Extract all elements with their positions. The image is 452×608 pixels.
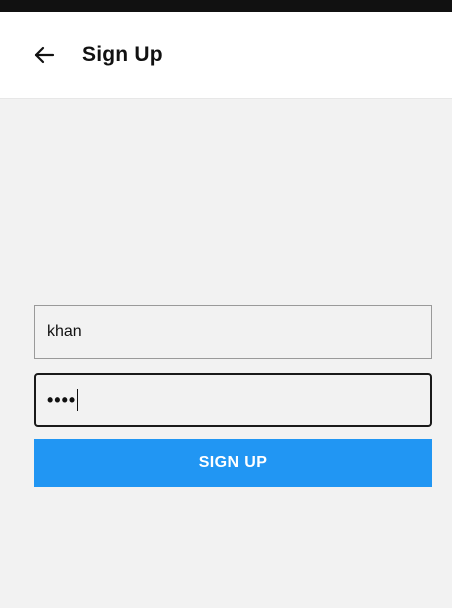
text-cursor [77, 389, 79, 411]
username-value: khan [47, 323, 82, 340]
signup-form-area: khan •••• SIGN UP [0, 98, 452, 608]
arrow-left-icon [34, 46, 55, 64]
username-field[interactable]: khan [34, 305, 432, 359]
password-masked-value: •••• [47, 389, 77, 410]
app-header: Sign Up [0, 12, 452, 98]
page-title: Sign Up [82, 43, 163, 66]
back-button[interactable] [30, 41, 58, 69]
status-bar [0, 0, 452, 12]
app-window: Sign Up khan •••• SIGN UP [0, 0, 452, 608]
sign-up-button[interactable]: SIGN UP [34, 439, 432, 487]
password-field[interactable]: •••• [34, 373, 432, 427]
